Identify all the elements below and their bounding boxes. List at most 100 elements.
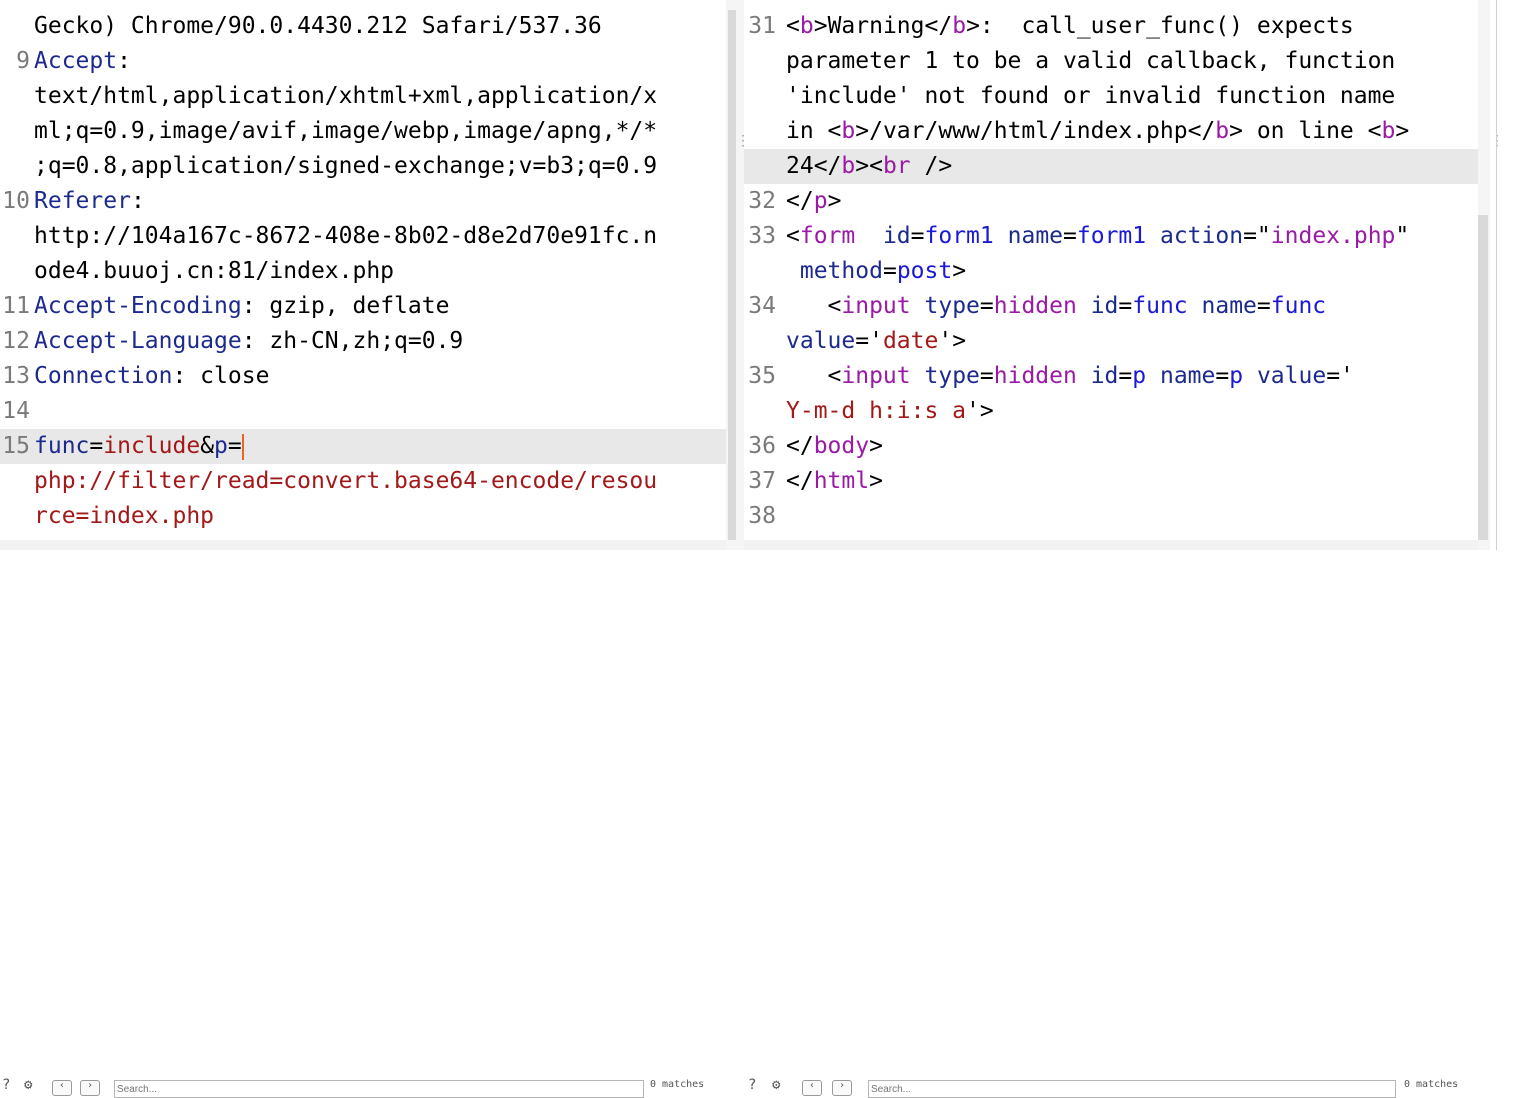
request-code-line[interactable]: ode4.buuoj.cn:81/index.php [0, 254, 726, 289]
code-token: > [869, 468, 883, 494]
request-code-line[interactable]: 10 Referer: [0, 184, 726, 219]
request-scrollbar-thumb[interactable] [728, 10, 736, 540]
response-code-line[interactable]: in <b>/var/www/html/index.php</b> on lin… [744, 114, 1478, 149]
code-token: form [799, 223, 856, 249]
code-token: form1 [924, 223, 994, 249]
settings-icon[interactable]: ⚙ [24, 1078, 32, 1092]
request-search-bar: ? ⚙ ‹ › 0 matches [0, 540, 726, 1098]
help-icon[interactable]: ? [2, 1078, 10, 1092]
code-token: =" [1243, 223, 1271, 249]
settings-icon[interactable]: ⚙ [772, 1078, 780, 1092]
code-text: func=include&p= [34, 429, 244, 464]
code-token: input [841, 293, 911, 319]
next-match-button[interactable]: › [832, 1080, 852, 1096]
prev-match-button[interactable]: ‹ [802, 1080, 822, 1096]
line-number: 32 [748, 188, 776, 214]
code-token: : [130, 188, 145, 214]
code-token: name [1201, 293, 1257, 319]
response-search-input[interactable] [868, 1080, 1396, 1098]
code-token: Accept [34, 48, 118, 74]
request-code-line[interactable]: php://filter/read=convert.base64-encode/… [0, 464, 726, 499]
code-token: >/var/www/html/index.php</ [855, 118, 1216, 144]
response-code-line[interactable]: parameter 1 to be a valid callback, func… [744, 44, 1478, 79]
response-code-line[interactable]: 38 [744, 499, 1478, 534]
code-token: > [869, 433, 883, 459]
request-code-line[interactable]: Gecko) Chrome/90.0.4430.212 Safari/537.3… [0, 9, 726, 44]
code-token: : close [172, 363, 270, 389]
response-scrollbar[interactable]: ⋮ [1478, 0, 1504, 550]
code-token: >: call_user_func() expects [966, 13, 1354, 39]
request-code-line[interactable]: ml;q=0.9,image/avif,image/webp,image/apn… [0, 114, 726, 149]
line-number: 14 [2, 398, 30, 424]
code-text: </p> [786, 184, 841, 219]
code-text: ml;q=0.9,image/avif,image/webp,image/apn… [34, 114, 657, 149]
response-code-line[interactable]: value='date'> [744, 324, 1478, 359]
response-code-line[interactable]: 33 <form id=form1 name=form1 action="inde… [744, 219, 1478, 254]
request-code-line[interactable]: ;q=0.8,application/signed-exchange;v=b3;… [0, 149, 726, 184]
code-token: include [103, 433, 201, 459]
response-code-line[interactable]: 32 </p> [744, 184, 1478, 219]
response-viewer[interactable]: 31 <b>Warning</b>: call_user_func() expec… [744, 0, 1478, 550]
code-token: action [1159, 223, 1244, 249]
code-token: Referer [34, 188, 131, 214]
code-token: func [34, 433, 90, 459]
code-text: http://104a167c-8672-408e-8b02-d8e2d70e9… [34, 219, 657, 254]
line-number: 10 [2, 188, 30, 214]
request-code-line[interactable]: text/html,application/xhtml+xml,applicat… [0, 79, 726, 114]
prev-match-button[interactable]: ‹ [52, 1080, 72, 1096]
request-code-line[interactable]: 14 [0, 394, 726, 429]
response-code-line[interactable]: 'include' not found or invalid function … [744, 79, 1478, 114]
request-code-line[interactable]: 15 func=include&p= [0, 429, 726, 464]
code-token: & [200, 433, 215, 459]
code-text: </html> [786, 464, 883, 499]
code-token: post [896, 258, 953, 284]
code-token: = [979, 363, 994, 389]
line-number: 15 [2, 433, 30, 459]
response-code-line[interactable]: 36 </body> [744, 429, 1478, 464]
code-token: ml;q=0.9,image/avif,image/webp,image/apn… [34, 118, 658, 144]
code-token: b [1215, 118, 1230, 144]
code-token: body [813, 433, 870, 459]
request-search-input[interactable] [114, 1080, 644, 1098]
request-code-line[interactable]: 11 Accept-Encoding: gzip, deflate [0, 289, 726, 324]
code-text: rce=index.php [34, 499, 214, 534]
code-token: ;q=0.8,application/signed-exchange;v=b3;… [34, 153, 658, 179]
code-token: = [882, 258, 897, 284]
code-token: func [1270, 293, 1327, 319]
code-token: 24</ [786, 153, 842, 179]
pane-splitter[interactable]: ⋮ [726, 0, 750, 550]
request-code-line[interactable]: rce=index.php [0, 499, 726, 534]
code-token: name [1159, 363, 1216, 389]
code-token: Connection [34, 363, 173, 389]
request-code-line[interactable]: 9 Accept: [0, 44, 726, 79]
request-code-line[interactable]: 13 Connection: close [0, 359, 726, 394]
response-code-line[interactable]: 35 <input type=hidden id=p name=p value=… [744, 359, 1478, 394]
request-code-line[interactable]: 12 Accept-Language: zh-CN,zh;q=0.9 [0, 324, 726, 359]
code-token: name [1007, 223, 1064, 249]
code-token: input [841, 363, 911, 389]
code-token: http://104a167c-8672-408e-8b02-d8e2d70e9… [34, 223, 658, 249]
line-number: 31 [748, 13, 776, 39]
next-match-button[interactable]: › [80, 1080, 100, 1096]
response-code-line[interactable]: 24</b><br /> [744, 149, 1478, 184]
request-editor[interactable]: Gecko) Chrome/90.0.4430.212 Safari/537.3… [0, 0, 726, 550]
response-code-line[interactable]: Y-m-d h:i:s a'> [744, 394, 1478, 429]
code-text: value='date'> [786, 324, 966, 359]
right-edge-divider [1496, 0, 1497, 550]
response-scrollbar-thumb[interactable] [1478, 215, 1488, 540]
response-code-line[interactable]: 31 <b>Warning</b>: call_user_func() expec… [744, 9, 1478, 44]
request-code-line[interactable]: http://104a167c-8672-408e-8b02-d8e2d70e9… [0, 219, 726, 254]
response-code-line[interactable]: 37 </html> [744, 464, 1478, 499]
response-code-line[interactable]: method=post> [744, 254, 1478, 289]
response-code-line[interactable]: 34 <input type=hidden id=func name=func [744, 289, 1478, 324]
code-token: = [227, 433, 242, 459]
help-icon[interactable]: ? [748, 1078, 756, 1092]
code-token: > on line < [1229, 118, 1382, 144]
code-token: b [841, 153, 856, 179]
code-token: date [882, 328, 939, 354]
